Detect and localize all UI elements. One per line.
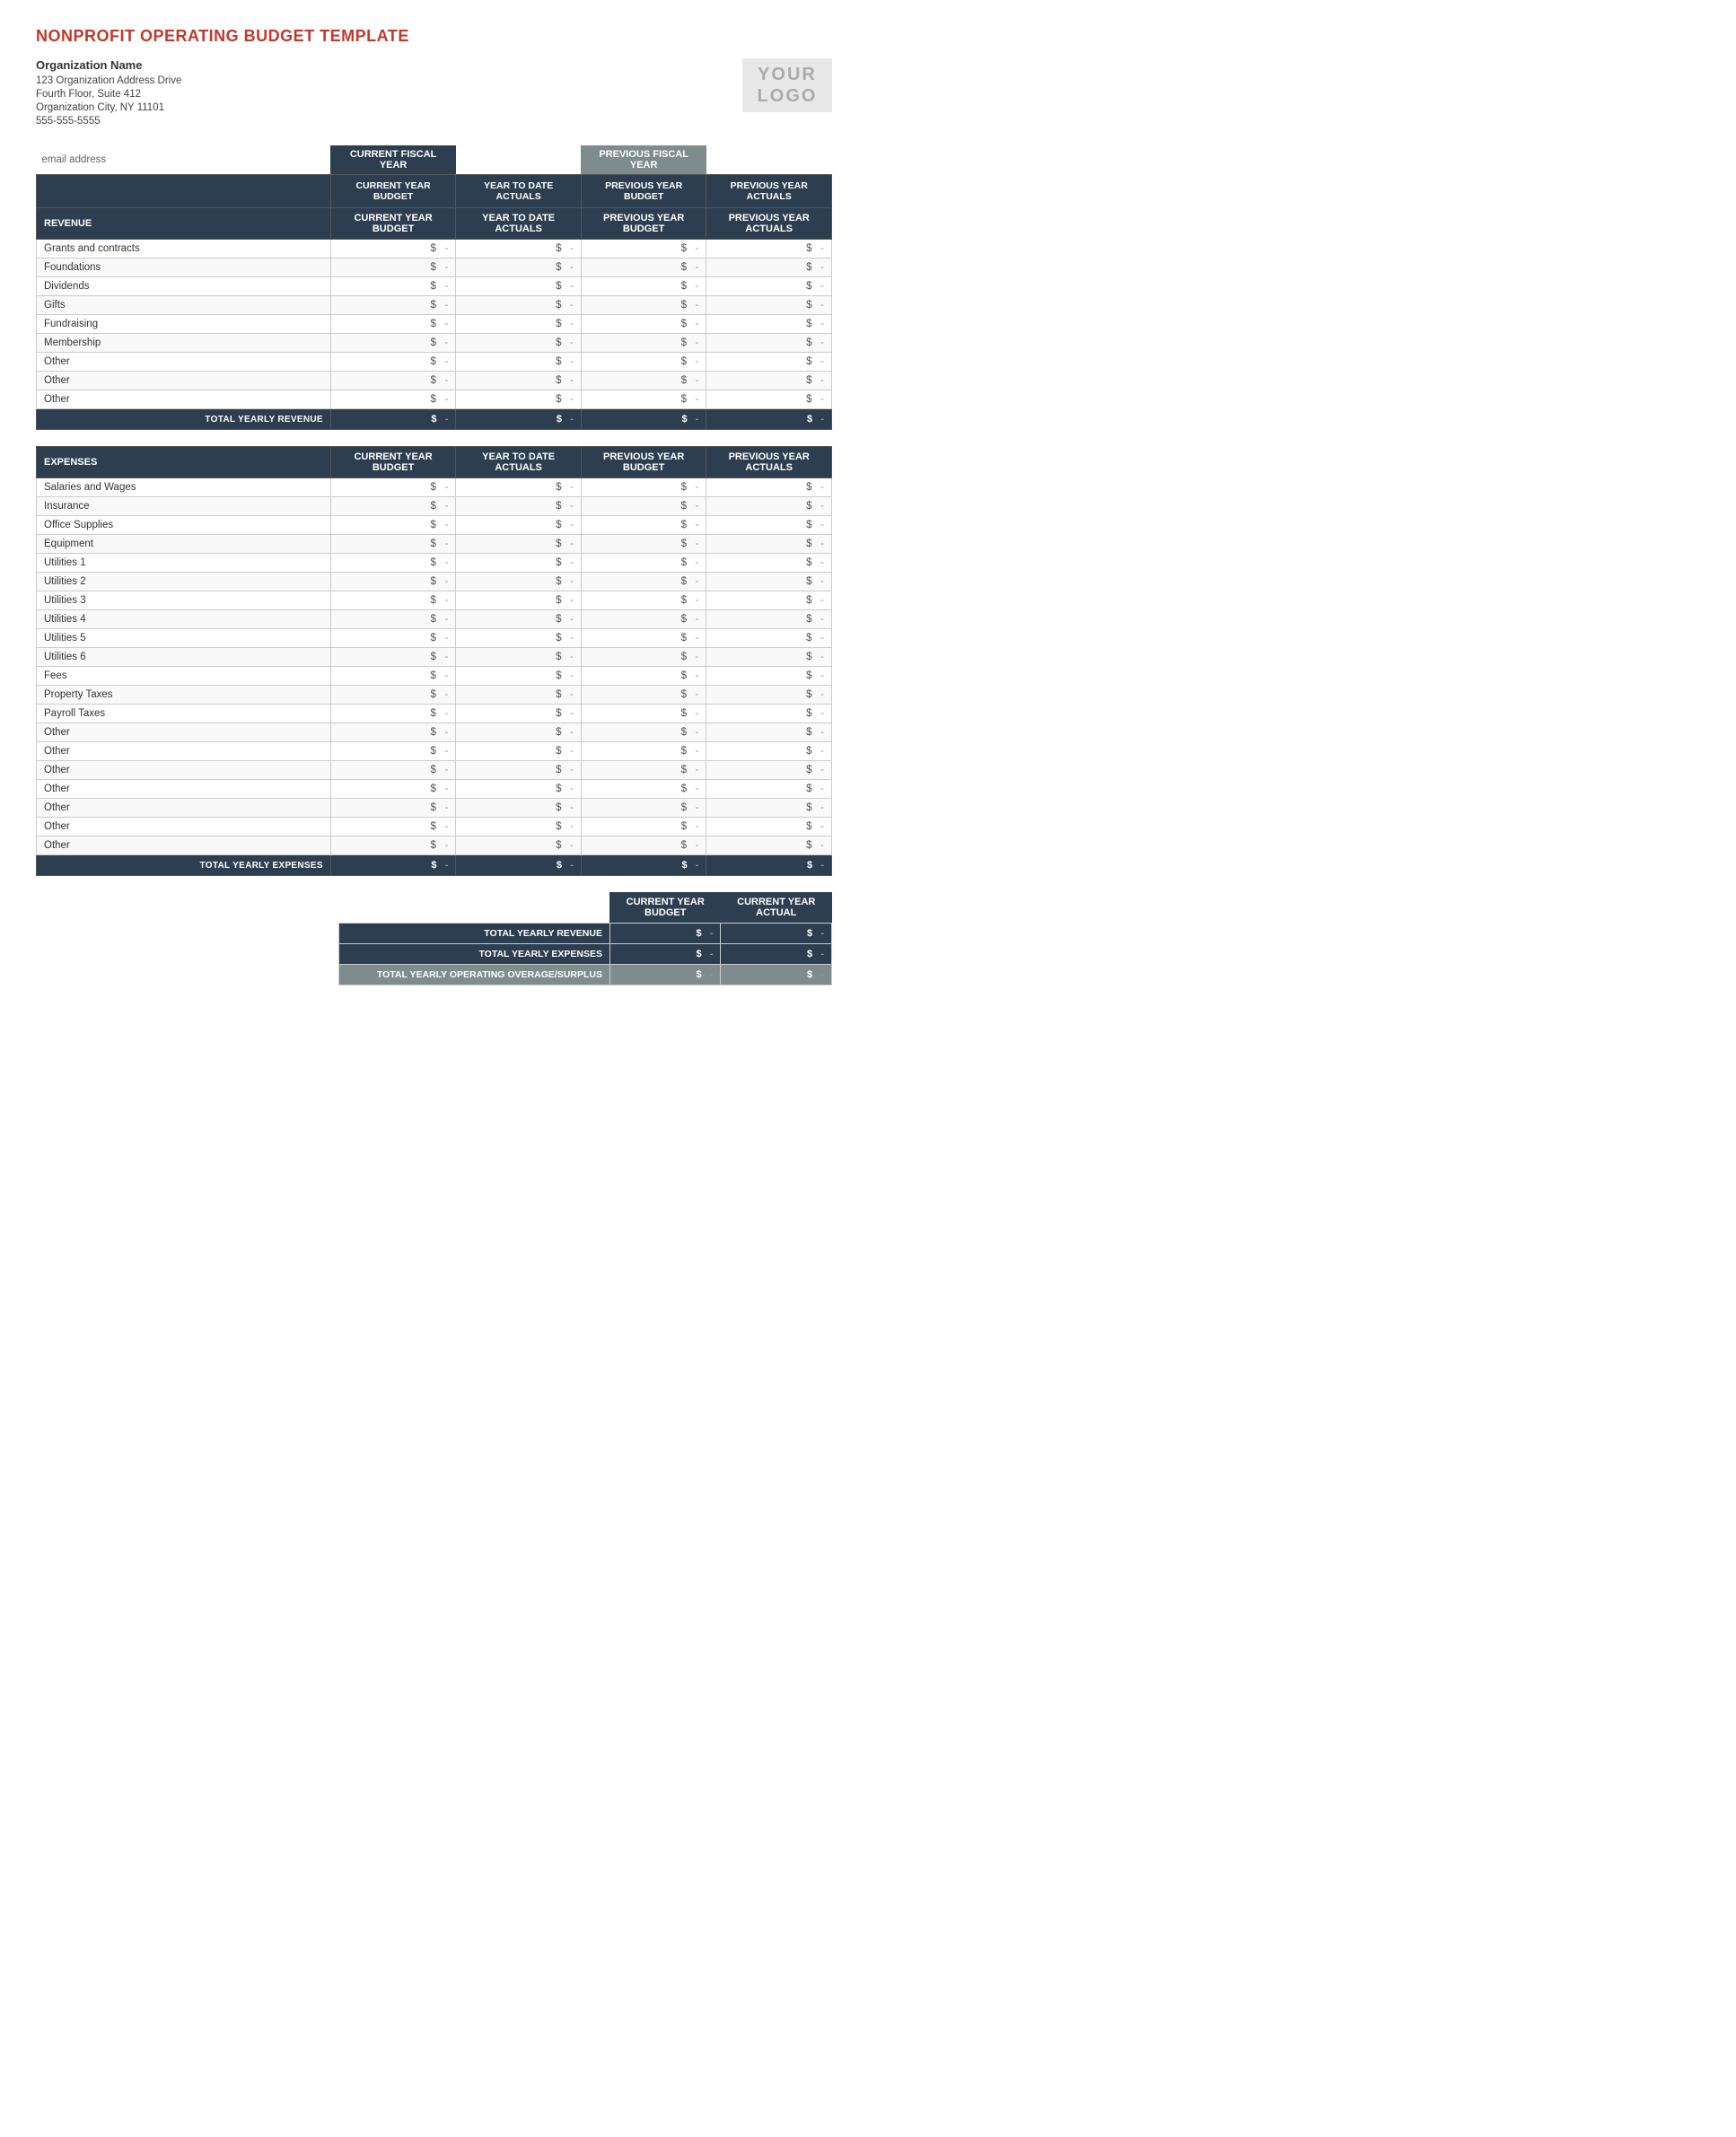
revenue-row: Grants and contracts $ - $ - $ - $ - [37,240,832,258]
expense-row: Other $ - $ - $ - $ - [37,761,832,780]
expenses-total-row: TOTAL YEARLY EXPENSES $ - $ - $ - $ - [37,855,832,876]
col-header-current-budget: CURRENT YEAR BUDGET [330,175,456,208]
summary-header-row: CURRENT YEAR BUDGET CURRENT YEAR ACTUAL [339,892,832,924]
col-header-row: CURRENT YEAR BUDGET YEAR TO DATE ACTUALS… [37,175,832,208]
expense-row: Utilities 5 $ - $ - $ - $ - [37,629,832,648]
logo: YOURLOGO [742,58,832,112]
page-title: NONPROFIT OPERATING BUDGET TEMPLATE [36,27,832,46]
expense-row: Other $ - $ - $ - $ - [37,742,832,761]
email-label: email address [37,145,331,175]
expense-row: Utilities 2 $ - $ - $ - $ - [37,573,832,591]
summary-surplus-row: TOTAL YEARLY OPERATING OVERAGE/SURPLUS $… [339,965,832,985]
summary-section: CURRENT YEAR BUDGET CURRENT YEAR ACTUAL … [36,892,832,1002]
revenue-total-row: TOTAL YEARLY REVENUE $ - $ - $ - $ - [37,409,832,430]
expense-row: Other $ - $ - $ - $ - [37,818,832,836]
expenses-body: Salaries and Wages $ - $ - $ - $ - Insur… [37,478,832,855]
expenses-section-label: EXPENSES CURRENT YEAR BUDGET YEAR TO DAT… [37,447,832,478]
revenue-section-label: REVENUE CURRENT YEAR BUDGET YEAR TO DATE… [37,208,832,240]
summary-expenses-row: TOTAL YEARLY EXPENSES $ - $ - [339,944,832,965]
revenue-row: Other $ - $ - $ - $ - [37,372,832,390]
revenue-body: Grants and contracts $ - $ - $ - $ - Fou… [37,240,832,409]
revenue-row: Gifts $ - $ - $ - $ - [37,296,832,315]
col-header-prev-budget-2: PREVIOUS YEAR BUDGET [581,208,706,240]
expense-row: Utilities 4 $ - $ - $ - $ - [37,610,832,629]
org-address2: Fourth Floor, Suite 412 [36,89,742,100]
summary-revenue-row: TOTAL YEARLY REVENUE $ - $ - [339,924,832,944]
expense-row: Property Taxes $ - $ - $ - $ - [37,686,832,705]
org-address3: Organization City, NY 11101 [36,102,742,113]
org-name: Organization Name [36,58,742,72]
revenue-row: Foundations $ - $ - $ - $ - [37,258,832,277]
col-header-prev-actuals-2: PREVIOUS YEAR ACTUALS [706,208,832,240]
expense-row: Insurance $ - $ - $ - $ - [37,497,832,516]
expense-row: Utilities 6 $ - $ - $ - $ - [37,648,832,667]
revenue-row: Membership $ - $ - $ - $ - [37,334,832,353]
expense-row: Salaries and Wages $ - $ - $ - $ - [37,478,832,497]
revenue-row: Fundraising $ - $ - $ - $ - [37,315,832,334]
revenue-row: Other $ - $ - $ - $ - [37,390,832,409]
org-phone: 555-555-5555 [36,116,742,127]
expense-row: Other $ - $ - $ - $ - [37,799,832,818]
expense-row: Other $ - $ - $ - $ - [37,780,832,799]
summary-col2: CURRENT YEAR ACTUAL [721,892,832,924]
col-header-prev-budget: PREVIOUS YEAR BUDGET [581,175,706,208]
summary-table: CURRENT YEAR BUDGET CURRENT YEAR ACTUAL … [338,892,832,985]
col-header-prev-actuals: PREVIOUS YEAR ACTUALS [706,175,832,208]
col-header-label [37,175,331,208]
revenue-row: Dividends $ - $ - $ - $ - [37,277,832,296]
col-header-ytd-2: YEAR TO DATE ACTUALS [456,208,582,240]
org-address1: 123 Organization Address Drive [36,75,742,86]
fiscal-year-header-row: email address CURRENT FISCAL YEAR PREVIO… [37,145,832,175]
expense-row: Other $ - $ - $ - $ - [37,836,832,855]
revenue-row: Other $ - $ - $ - $ - [37,353,832,372]
expense-row: Fees $ - $ - $ - $ - [37,667,832,686]
expense-row: Other $ - $ - $ - $ - [37,723,832,742]
col-header-ytd: YEAR TO DATE ACTUALS [456,175,582,208]
current-fy-header: CURRENT FISCAL YEAR [330,145,456,175]
col-header-current-budget-2: CURRENT YEAR BUDGET [330,208,456,240]
expenses-table: EXPENSES CURRENT YEAR BUDGET YEAR TO DAT… [36,446,832,876]
expense-row: Utilities 1 $ - $ - $ - $ - [37,554,832,573]
expense-row: Office Supplies $ - $ - $ - $ - [37,516,832,535]
summary-col1: CURRENT YEAR BUDGET [609,892,721,924]
previous-fy-header: PREVIOUS FISCAL YEAR [581,145,706,175]
expense-row: Equipment $ - $ - $ - $ - [37,535,832,554]
expense-row: Payroll Taxes $ - $ - $ - $ - [37,705,832,723]
org-details: Organization Name 123 Organization Addre… [36,58,742,129]
expense-row: Utilities 3 $ - $ - $ - $ - [37,591,832,610]
main-table: email address CURRENT FISCAL YEAR PREVIO… [36,145,832,430]
